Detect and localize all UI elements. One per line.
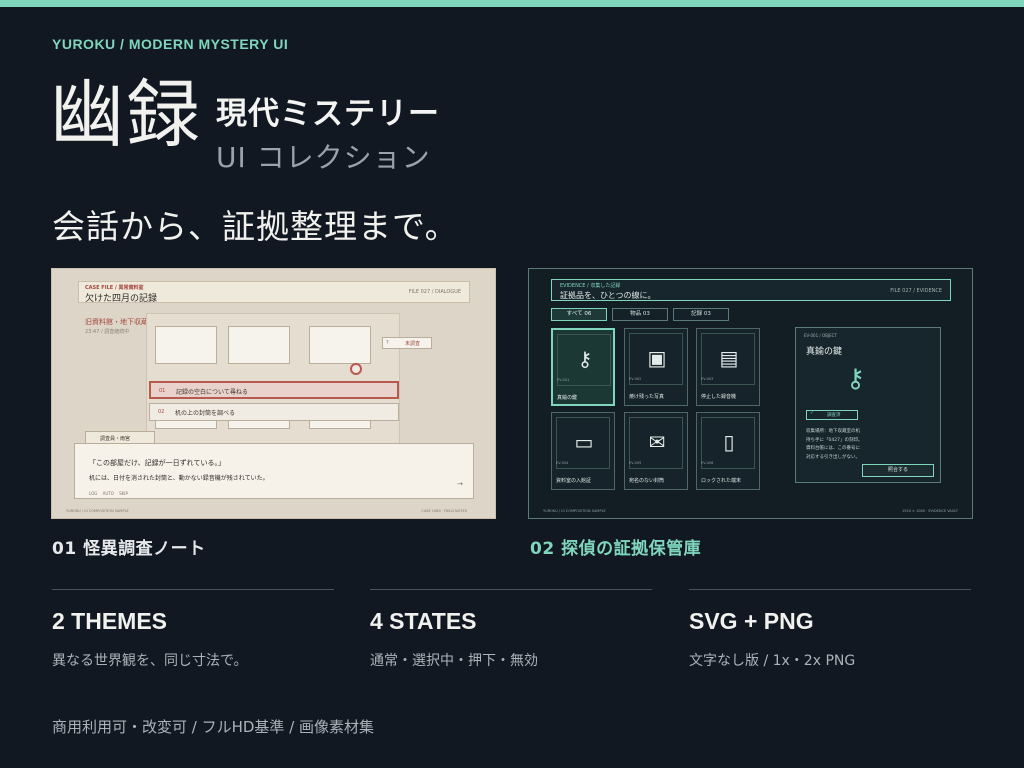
status-badge-label: 調査済 <box>827 413 841 418</box>
dialogue-controls[interactable]: LOG AUTO SKIP <box>89 491 128 496</box>
detail-line: 対応する引き出しがない。 <box>806 454 860 460</box>
detail-line: 資料台帳には、この番号に <box>806 446 860 451</box>
evidence-card[interactable]: ▤ EV-003 停止した録音機 <box>696 328 760 406</box>
brand-label: YUROKU / MODERN MYSTERY UI <box>52 36 289 52</box>
dialogue-box[interactable]: 「この部屋だけ、記録が一日ずれている。」 机には、日付を消された封筒と、動かない… <box>74 443 474 499</box>
detail-line: 持ち手に「0427」の刻印。 <box>806 437 863 443</box>
evidence-detail-panel: EV-001 / OBJECT 真鍮の鍵 ⚷ ✓ 調査済 収集場所：地下収蔵室の… <box>795 327 941 483</box>
evidence-card[interactable]: ✉ EV-005 宛名のない封筒 <box>624 412 688 490</box>
card-name: 焼け残った写真 <box>629 394 665 400</box>
tab-all[interactable]: すべて 06 <box>551 308 607 321</box>
speaker-name: 調査員・雨宮 <box>100 436 131 442</box>
card-name: 真鍮の鍵 <box>557 395 578 401</box>
feature-title-themes: 2 THEMES <box>52 608 168 634</box>
location-pin-icon <box>350 363 362 375</box>
case-file-meta: FILE 027 / DIALOGUE <box>408 289 461 295</box>
divider <box>370 589 652 590</box>
board-card <box>155 326 217 364</box>
divider <box>52 589 334 590</box>
choice-number: 02 <box>158 409 165 415</box>
card-code: EV-005 <box>629 461 642 465</box>
tagline: 会話から、証拠整理まで。 <box>52 207 459 246</box>
case-file-kicker: CASE FILE / 異常資料室 <box>85 285 144 291</box>
feature-title-states: 4 STATES <box>370 608 477 634</box>
phone-icon: ▯ <box>723 430 735 454</box>
feature-sub-formats: 文字なし版 / 1x・2x PNG <box>689 653 856 669</box>
check-icon: ✓ <box>810 411 814 416</box>
choice-number: 01 <box>159 388 166 394</box>
id-card-icon: ▭ <box>574 430 594 454</box>
evidence-card[interactable]: ▣ EV-002 焼け残った写真 <box>624 328 688 406</box>
feature-sub-states: 通常・選択中・押下・無効 <box>370 653 538 669</box>
card-code: EV-004 <box>556 461 569 465</box>
status-badge: ✓ 調査済 <box>806 410 858 420</box>
next-arrow-icon[interactable]: → <box>457 480 463 488</box>
tab-records[interactable]: 記録 03 <box>673 308 729 321</box>
subtitle-main: 現代ミステリー <box>216 96 440 132</box>
card-code: EV-003 <box>701 377 714 381</box>
envelope-icon: ✉ <box>648 430 666 454</box>
time-label: 23:47 / 調査継続中 <box>85 329 130 335</box>
case-file-title: 欠けた四月の記録 <box>85 294 158 304</box>
caption-theme-1: 01 怪異調査ノート <box>52 539 206 559</box>
card-code: EV-006 <box>701 461 714 465</box>
caption-theme-2: 02 探偵の証拠保管庫 <box>530 539 702 559</box>
tab-objects[interactable]: 物品 03 <box>612 308 668 321</box>
feature-title-formats: SVG + PNG <box>689 608 814 634</box>
status-tag-label: 未調査 <box>405 341 421 347</box>
status-tag: ? 未調査 <box>382 337 432 349</box>
question-mark: ? <box>386 340 389 346</box>
choice-label: 机の上の封筒を調べる <box>175 410 236 417</box>
evidence-title: 証拠品を、ひとつの線に。 <box>560 291 656 300</box>
panel-footer-left: YUROKU / UI COMPOSITION SAMPLE <box>543 509 606 513</box>
card-code: EV-001 <box>557 378 570 382</box>
feature-sub-themes: 異なる世界観を、同じ寸法で。 <box>52 653 248 669</box>
detail-title: 真鍮の鍵 <box>806 347 843 357</box>
logo-title: 幽録 <box>50 72 202 158</box>
preview-mystery-notebook: CASE FILE / 異常資料室 欠けた四月の記録 FILE 027 / DI… <box>51 268 496 519</box>
evidence-meta: FILE 027 / EVIDENCE <box>890 288 942 294</box>
detail-line: 収集場所：地下収蔵室の机 <box>806 429 860 434</box>
board-card <box>309 326 371 364</box>
evidence-card[interactable]: ⚷ EV-001 真鍮の鍵 <box>551 328 615 406</box>
dialogue-line-2: 机には、日付を消された封筒と、動かない録音機が残されていた。 <box>89 475 269 482</box>
panel-footer-right: CASE 1080 · FIELD NOTES <box>421 509 467 513</box>
detail-header: EV-001 / OBJECT <box>804 333 837 338</box>
detail-description: 収集場所：地下収蔵室の机 持ち手に「0427」の刻印。 資料台帳には、この番号に… <box>806 428 862 462</box>
speaker-nametag: 調査員・雨宮 <box>85 431 155 444</box>
location-label: 旧資料館・地下収蔵室 <box>85 318 155 326</box>
license-footer: 商用利用可・改変可 / フルHD基準 / 画像素材集 <box>52 718 375 736</box>
divider <box>689 589 971 590</box>
collate-button[interactable]: 照合する <box>862 464 934 477</box>
dialogue-line-1: 「この部屋だけ、記録が一日ずれている。」 <box>89 459 225 467</box>
top-accent-bar <box>0 0 1024 7</box>
card-name: 資料室の入館証 <box>556 478 592 484</box>
board-card <box>228 326 290 364</box>
dialogue-choice-2[interactable]: 02 机の上の封筒を調べる <box>149 403 399 421</box>
dialogue-choice-1[interactable]: 01 記録の空白について尋ねる <box>149 381 399 399</box>
card-code: EV-002 <box>629 377 642 381</box>
evidence-card[interactable]: ▭ EV-004 資料室の入館証 <box>551 412 615 490</box>
card-name: ロックされた端末 <box>701 478 742 484</box>
evidence-header: EVIDENCE / 収集した記録 証拠品を、ひとつの線に。 FILE 027 … <box>551 279 951 301</box>
panel-footer-right: 1920 × 1080 · EVIDENCE VAULT <box>902 509 958 513</box>
evidence-card[interactable]: ▯ EV-006 ロックされた端末 <box>696 412 760 490</box>
evidence-kicker: EVIDENCE / 収集した記録 <box>560 283 621 289</box>
case-file-header: CASE FILE / 異常資料室 欠けた四月の記録 FILE 027 / DI… <box>78 281 470 304</box>
panel-footer-left: YUROKU / UI COMPOSITION SAMPLE <box>66 509 129 513</box>
choice-label: 記録の空白について尋ねる <box>176 389 248 396</box>
photo-icon: ▣ <box>647 346 667 370</box>
card-name: 宛名のない封筒 <box>629 478 665 484</box>
preview-evidence-vault: EVIDENCE / 収集した記録 証拠品を、ひとつの線に。 FILE 027 … <box>528 268 973 519</box>
key-icon: ⚷ <box>577 347 593 371</box>
subtitle-secondary: UI コレクション <box>216 141 431 174</box>
key-icon: ⚷ <box>846 364 866 394</box>
recorder-icon: ▤ <box>719 346 739 370</box>
card-name: 停止した録音機 <box>701 394 737 400</box>
